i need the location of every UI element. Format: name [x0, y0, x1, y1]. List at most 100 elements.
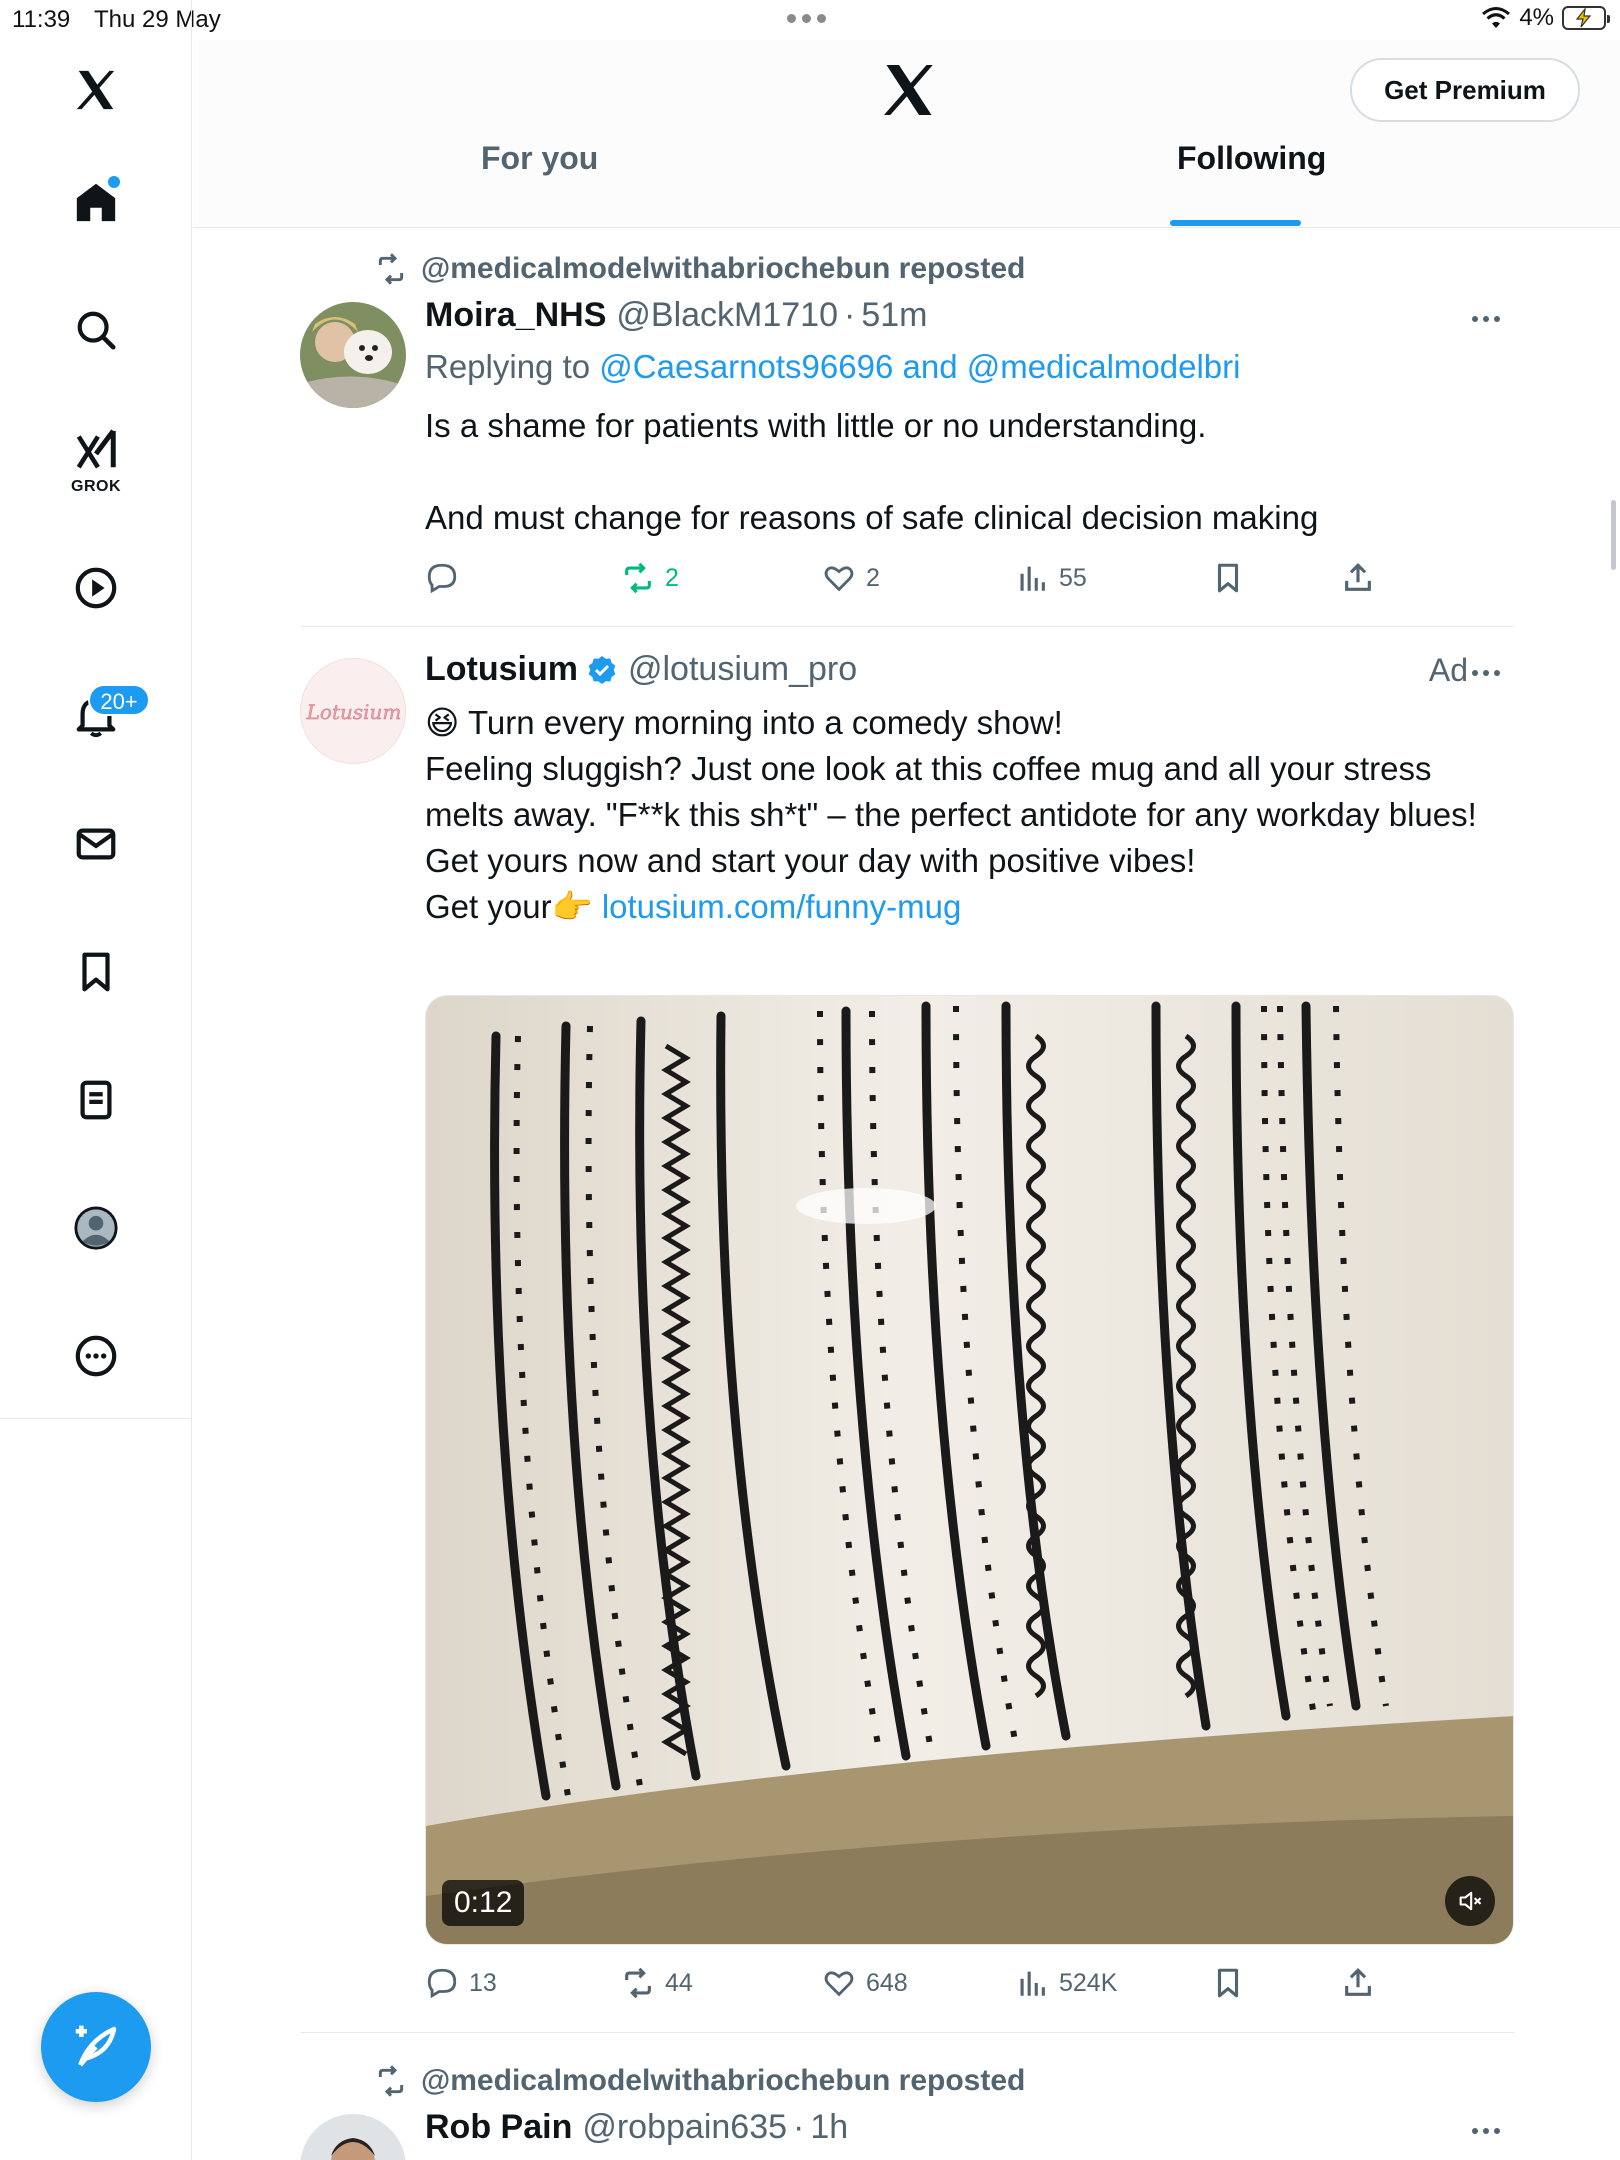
- emoji: 👉: [551, 888, 593, 925]
- mail-icon[interactable]: [66, 814, 126, 874]
- reply-button[interactable]: 13: [425, 1966, 497, 2000]
- video-duration: 0:12: [442, 1880, 525, 1926]
- tweet-divider: [301, 626, 1514, 627]
- tweet-text-prefix: Get your: [425, 888, 552, 925]
- repost-text: @medicalmodelwithabriochebun reposted: [421, 2064, 1026, 2097]
- search-icon[interactable]: [66, 300, 126, 360]
- reply-count: 13: [469, 1968, 497, 1997]
- views-chart-icon: [1020, 566, 1045, 591]
- mute-button[interactable]: [1445, 1876, 1495, 1926]
- tab-for-you[interactable]: For you: [481, 140, 598, 210]
- author-name[interactable]: Lotusium: [425, 650, 578, 689]
- video-thumbnail: [426, 996, 1513, 1944]
- battery-percent: 4%: [1519, 4, 1554, 31]
- tweet-actions: 2 2 55: [425, 561, 1425, 605]
- tweet-text: Is a shame for patients with little or n…: [425, 403, 1515, 541]
- mention-link[interactable]: @Caesarnots96696: [599, 348, 893, 385]
- emoji: 😆: [425, 704, 460, 741]
- tweet-time[interactable]: 51m: [861, 296, 927, 335]
- share-icon: [1345, 1968, 1371, 1996]
- reply-icon: [427, 1968, 457, 1999]
- tweet-text: 😆 Turn every morning into a comedy show!…: [425, 700, 1515, 930]
- share-button[interactable]: [1341, 1966, 1375, 2000]
- separator-dot: ·: [844, 296, 856, 334]
- share-button[interactable]: [1341, 561, 1375, 595]
- bookmark-icon: [1217, 563, 1239, 593]
- share-icon: [1345, 563, 1371, 591]
- timeline-header: Get Premium For you Following: [193, 40, 1620, 228]
- tab-following[interactable]: Following: [1177, 140, 1326, 210]
- verified-badge-icon: [588, 655, 616, 684]
- tweet-more-icon[interactable]: [1472, 2128, 1500, 2134]
- x-logo-icon[interactable]: [879, 60, 939, 120]
- repost-indicator[interactable]: @medicalmodelwithabriochebun reposted: [375, 252, 1025, 286]
- x-logo-icon[interactable]: [66, 60, 126, 120]
- views-button[interactable]: 55: [1015, 561, 1087, 595]
- mention-link[interactable]: @medicalmodelbri: [967, 348, 1241, 385]
- views-button[interactable]: 524K: [1015, 1966, 1117, 2000]
- repost-count: 2: [665, 563, 679, 592]
- status-bar: 11:39 Thu 29 May 4%: [0, 0, 1620, 40]
- reply-icon: [427, 563, 457, 594]
- tweet-divider: [301, 2032, 1514, 2033]
- list-icon[interactable]: [66, 1070, 126, 1130]
- battery-charging-icon: [1562, 6, 1610, 30]
- author-handle[interactable]: @lotusium_pro: [628, 650, 857, 689]
- bookmark-icon[interactable]: [66, 942, 126, 1002]
- more-circle-icon[interactable]: [66, 1326, 126, 1386]
- tweet-text-line: Get your👉 lotusium.com/funny-mug: [425, 884, 1515, 930]
- grok-icon[interactable]: [66, 420, 126, 480]
- muted-speaker-icon: [1459, 1891, 1482, 1911]
- replying-to-prefix: Replying to: [425, 348, 591, 385]
- ad-link[interactable]: lotusium.com/funny-mug: [602, 888, 961, 925]
- author-name[interactable]: Moira_NHS: [425, 296, 606, 335]
- author-handle[interactable]: @robpain635: [582, 2108, 787, 2147]
- bookmark-button[interactable]: [1211, 561, 1245, 595]
- tweet-header: Rob Pain @robpain635 · 1h: [425, 2108, 848, 2147]
- tweet-header: Moira_NHS @BlackM1710 · 51m: [425, 296, 927, 335]
- tweet-more-icon[interactable]: [1472, 670, 1500, 676]
- author-name[interactable]: Rob Pain: [425, 2108, 572, 2147]
- repost-icon: [625, 1967, 651, 1999]
- repost-button[interactable]: 44: [621, 1966, 693, 2000]
- status-indicators: 4%: [1481, 4, 1610, 32]
- avatar[interactable]: [300, 302, 406, 408]
- tweet-text-line: 😆 Turn every morning into a comedy show!: [425, 700, 1515, 746]
- like-button[interactable]: 648: [822, 1966, 908, 2000]
- repost-count: 44: [665, 1968, 693, 1997]
- tweet-time[interactable]: 1h: [810, 2108, 848, 2147]
- get-premium-button[interactable]: Get Premium: [1350, 58, 1580, 122]
- author-handle[interactable]: @BlackM1710: [616, 296, 838, 335]
- tweet-text-line: Is a shame for patients with little or n…: [425, 407, 1207, 444]
- like-button[interactable]: 2: [822, 561, 880, 595]
- active-tab-indicator: [1170, 220, 1301, 226]
- avatar[interactable]: Lotusium: [300, 658, 406, 764]
- home-new-dot: [108, 176, 120, 188]
- scrollbar[interactable]: [1611, 500, 1616, 570]
- tweet-text-headline: Turn every morning into a comedy show!: [467, 704, 1063, 741]
- mention-and[interactable]: and: [902, 348, 957, 385]
- tweet-text-line: Feeling sluggish? Just one look at this …: [425, 750, 1477, 833]
- repost-text: @medicalmodelwithabriochebun reposted: [421, 252, 1026, 285]
- home-icon[interactable]: [66, 172, 126, 232]
- views-count: 524K: [1059, 1968, 1118, 1997]
- profile-icon[interactable]: [66, 1198, 126, 1258]
- tweet-header: Lotusium @lotusium_pro: [425, 650, 857, 689]
- like-count: 648: [866, 1968, 908, 1997]
- repost-indicator[interactable]: @medicalmodelwithabriochebun reposted: [375, 2064, 1025, 2098]
- repost-icon: [378, 253, 404, 285]
- multitasking-dots-icon[interactable]: [787, 14, 826, 23]
- reply-button[interactable]: [425, 561, 459, 595]
- notification-badge: 20+: [88, 684, 150, 716]
- avatar-brand-text: Lotusium: [306, 700, 402, 724]
- repost-button[interactable]: 2: [621, 561, 679, 595]
- tweet-more-icon[interactable]: [1472, 316, 1500, 322]
- compose-button[interactable]: [41, 1992, 151, 2102]
- grok-label: GROK: [71, 478, 121, 495]
- bookmark-button[interactable]: [1211, 1966, 1245, 2000]
- video-player[interactable]: 0:12: [425, 995, 1514, 1945]
- play-icon[interactable]: [66, 558, 126, 618]
- avatar[interactable]: [300, 2114, 406, 2160]
- sidebar-divider: [0, 1418, 192, 1419]
- compose-feather-icon: [75, 2025, 117, 2067]
